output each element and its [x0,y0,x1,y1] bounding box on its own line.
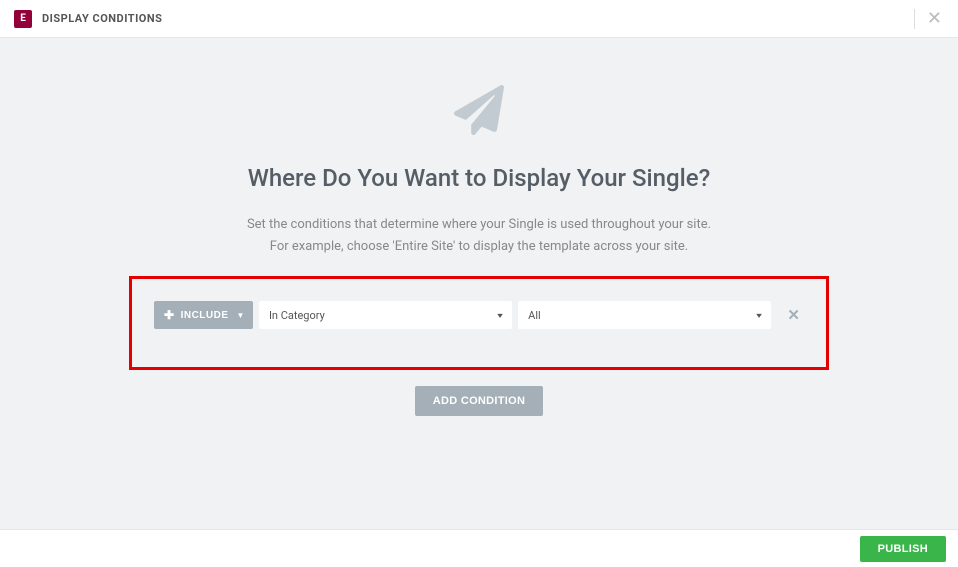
footer-bar: PUBLISH [0,529,958,567]
header-title: DISPLAY CONDITIONS [42,12,162,25]
elementor-logo: E [14,10,32,28]
caret-down-icon: ▼ [237,311,245,320]
add-condition-button[interactable]: ADD CONDITION [415,386,544,416]
header-bar: E DISPLAY CONDITIONS ✕ [0,0,958,38]
caret-down-icon: ▾ [757,311,763,320]
plus-icon: ✚ [164,309,175,321]
main-content: Where Do You Want to Display Your Single… [0,38,958,529]
main-desc-line2: For example, choose 'Entire Site' to dis… [0,236,958,258]
remove-condition-icon[interactable]: ✕ [783,304,804,326]
main-title: Where Do You Want to Display Your Single… [0,164,958,192]
condition-type-select[interactable]: In Category ▾ [259,301,512,329]
condition-value-select[interactable]: All ▾ [518,301,771,329]
publish-button[interactable]: PUBLISH [860,536,946,562]
header-left: E DISPLAY CONDITIONS [14,10,162,28]
close-area: ✕ [914,9,942,29]
conditions-highlight-box: ✚ INCLUDE ▼ In Category ▾ All ▾ ✕ [129,276,829,370]
condition-value-text: All [528,309,541,322]
include-label: INCLUDE [181,310,229,321]
logo-text: E [20,13,26,24]
close-icon[interactable]: ✕ [927,10,942,28]
condition-type-value: In Category [269,309,325,322]
main-desc-line1: Set the conditions that determine where … [0,214,958,236]
caret-down-icon: ▾ [497,311,503,320]
condition-row: ✚ INCLUDE ▼ In Category ▾ All ▾ ✕ [154,301,804,329]
paper-plane-icon [453,84,505,136]
include-toggle[interactable]: ✚ INCLUDE ▼ [154,301,253,329]
